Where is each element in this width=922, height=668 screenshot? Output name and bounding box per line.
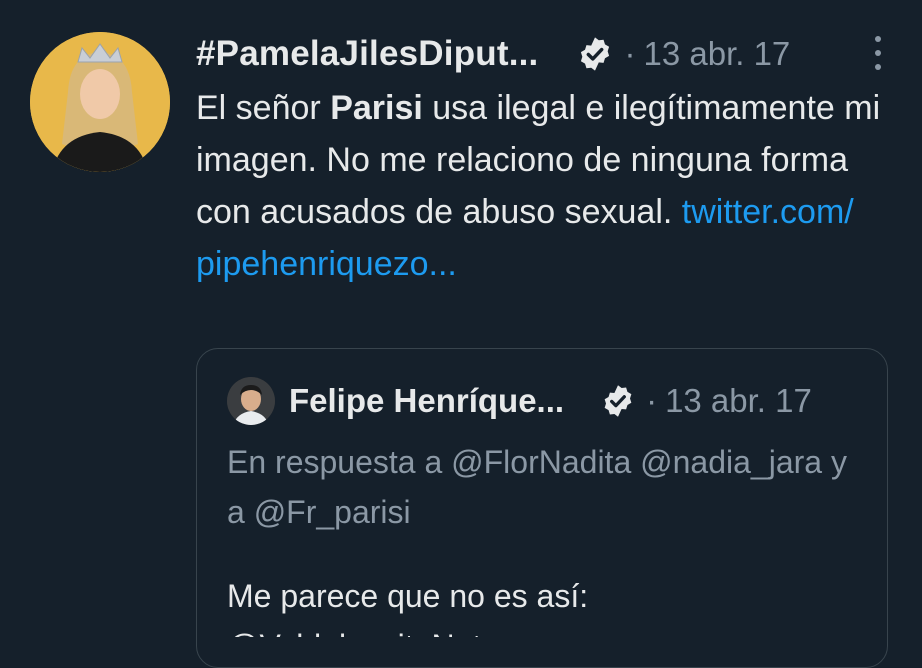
author-avatar[interactable] — [30, 32, 170, 172]
quoted-text-cut-line: @ValdeluceitoNot... — [227, 621, 867, 637]
quoted-author-name[interactable]: Felipe Henríque... — [289, 382, 564, 420]
tweet-date[interactable]: 13 abr. 17 — [643, 35, 790, 73]
more-vertical-icon[interactable] — [870, 36, 886, 70]
separator-dot: · — [624, 35, 636, 72]
quoted-author-avatar[interactable] — [227, 377, 275, 425]
verified-badge-icon — [576, 35, 614, 73]
tweet-text: El señor Parisi usa ilegal e ilegítimame… — [196, 82, 896, 290]
quoted-date[interactable]: 13 abr. 17 — [665, 382, 812, 420]
tweet-header: #PamelaJilesDiput... · 13 abr. 17 — [196, 26, 882, 82]
quoted-header: Felipe Henríque... · 13 abr. 17 — [227, 375, 812, 427]
tweet-text-bold: Parisi — [330, 89, 423, 127]
quoted-tweet[interactable]: Felipe Henríque... · 13 abr. 17 En respu… — [196, 348, 888, 668]
reply-context: En respuesta a @FlorNadita @nadia_jara y… — [227, 444, 847, 530]
author-name[interactable]: #PamelaJilesDiput... — [196, 34, 538, 74]
quoted-text: Me parece que no es así: @ValdeluceitoNo… — [227, 571, 867, 637]
verified-badge-icon — [600, 383, 636, 419]
quoted-text-line: Me parece que no es así: — [227, 578, 589, 614]
separator-dot: · — [646, 382, 658, 419]
tweet-text-part-1: El señor — [196, 89, 331, 127]
